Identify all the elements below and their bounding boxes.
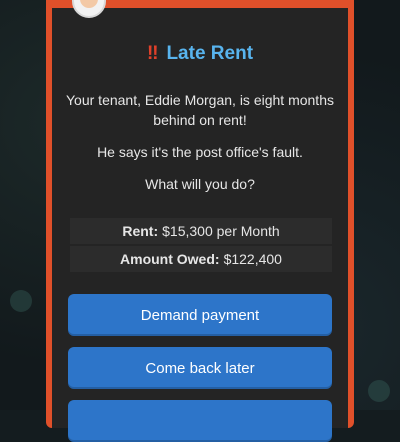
rent-info-row: Rent: $15,300 per Month xyxy=(70,218,332,244)
avatar-face xyxy=(80,0,98,8)
background-icon-right xyxy=(368,380,390,402)
event-message-line-3: What will you do? xyxy=(145,176,255,192)
amount-owed-row: Amount Owed: $122,400 xyxy=(70,246,332,272)
double-exclamation-icon: ‼ xyxy=(146,43,159,64)
background-icon-left xyxy=(10,290,32,312)
demand-payment-button[interactable]: Demand payment xyxy=(68,294,332,336)
event-message-line-2: He says it's the post office's fault. xyxy=(97,144,303,160)
rent-value: $15,300 per Month xyxy=(162,223,280,239)
event-title: Late Rent xyxy=(166,43,254,64)
third-option-button[interactable] xyxy=(68,400,332,442)
rent-label: Rent: xyxy=(122,223,159,239)
come-back-later-button[interactable]: Come back later xyxy=(68,347,332,389)
amount-owed-label: Amount Owed: xyxy=(120,251,220,267)
event-message-line-1: Your tenant, Eddie Morgan, is eight mont… xyxy=(66,92,334,128)
event-title-row: ‼ Late Rent xyxy=(52,40,348,68)
amount-owed-value: $122,400 xyxy=(223,251,282,267)
